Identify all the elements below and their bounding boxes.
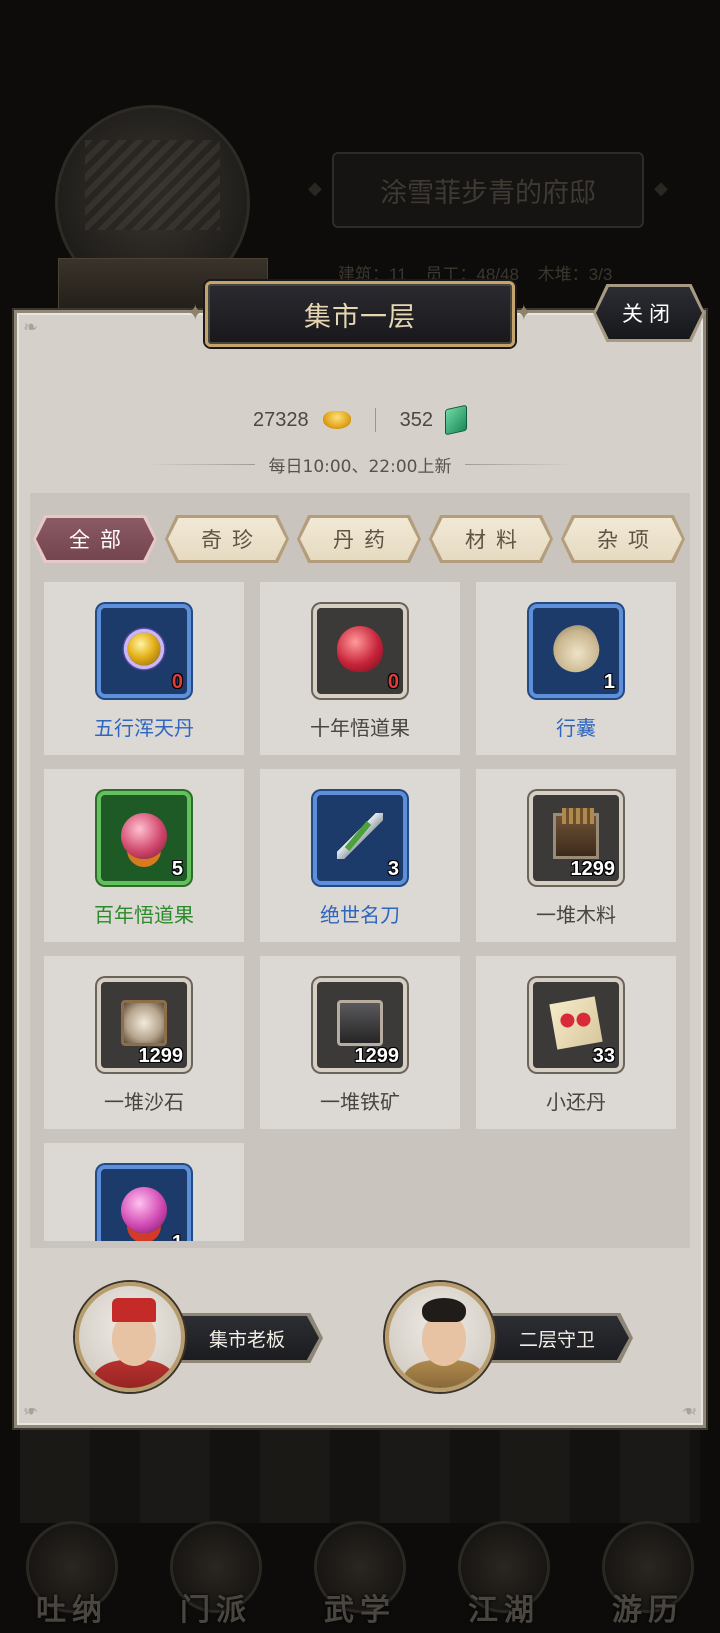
npc-second-floor-guard[interactable]: 二层守卫: [385, 1282, 645, 1392]
item-frame: 1: [529, 604, 623, 698]
refresh-note-row: 每日10:00、22:00上新: [0, 450, 720, 478]
item-name: 一堆木料: [536, 903, 616, 927]
item-count: 1: [172, 1232, 183, 1241]
tab-label: 材料: [432, 518, 550, 560]
item-count: 3: [387, 858, 399, 880]
merchant-avatar: [75, 1282, 185, 1392]
item-frame: 0: [97, 604, 191, 698]
city-backdrop: [20, 1428, 700, 1523]
gold-amount: 27328: [253, 408, 309, 431]
npc-label: 二层守卫: [477, 1316, 629, 1360]
item-count: 33: [592, 1045, 615, 1067]
item-name: 一堆铁矿: [320, 1090, 400, 1114]
mansion-title: 涂雪菲步青的府邸: [308, 152, 668, 228]
item-name: 行囊: [556, 716, 596, 740]
tab-label: 杂项: [564, 518, 682, 560]
npc-market-boss[interactable]: 集市老板: [75, 1282, 335, 1392]
item-card[interactable]: 1299 一堆木料: [476, 769, 676, 942]
item-count: 1: [603, 671, 615, 693]
red-pills-icon: [549, 996, 603, 1050]
refresh-note: 每日10:00、22:00上新: [268, 456, 452, 477]
close-button[interactable]: 关闭: [596, 287, 702, 339]
golden-pill-icon: [127, 632, 161, 666]
ore-cart-icon: [337, 1000, 383, 1046]
tab-pills[interactable]: 丹药: [297, 515, 421, 563]
currency-bar: 27328 352: [0, 400, 720, 440]
tab-misc[interactable]: 杂项: [561, 515, 685, 563]
sand-crate-icon: [121, 1000, 167, 1046]
nav-item-travel[interactable]: 游历: [588, 1521, 708, 1629]
item-card[interactable]: 1299 一堆沙石: [44, 956, 244, 1129]
item-name: 五行浑天丹: [94, 716, 194, 740]
item-frame: 33: [529, 978, 623, 1072]
pink-fruit-icon: [121, 813, 167, 859]
item-name: 十年悟道果: [310, 716, 410, 740]
currency-divider: [374, 408, 376, 432]
item-card[interactable]: 33 小还丹: [476, 956, 676, 1129]
tab-label: 全部: [36, 518, 154, 560]
item-name: 一堆沙石: [104, 1090, 184, 1114]
nav-label: 吐纳: [36, 1593, 108, 1628]
divider-ornament: [146, 463, 255, 465]
guard-avatar: [385, 1282, 495, 1392]
category-tabs: 全部 奇珍 丹药 材料 杂项: [30, 515, 690, 563]
item-card[interactable]: 0 十年悟道果: [260, 582, 460, 755]
item-frame: 0: [313, 604, 407, 698]
avatar-hair: [422, 1298, 466, 1322]
blade-icon: [337, 813, 383, 859]
item-count: 1299: [570, 858, 616, 880]
jade-icon: [445, 404, 467, 436]
tab-label: 丹药: [300, 518, 418, 560]
item-frame: 1299: [529, 791, 623, 885]
nav-item-breathing[interactable]: 吐纳: [12, 1521, 132, 1629]
item-card[interactable]: 1 行囊: [476, 582, 676, 755]
item-card[interactable]: 0 五行浑天丹: [44, 582, 244, 755]
item-name: 小还丹: [546, 1090, 606, 1114]
item-card[interactable]: 1299 一堆铁矿: [260, 956, 460, 1129]
npc-label: 集市老板: [167, 1316, 319, 1360]
item-frame: 1299: [313, 978, 407, 1072]
avatar-hat: [112, 1298, 156, 1322]
dialog-title: 集市一层: [186, 281, 534, 347]
nav-item-martial[interactable]: 武学: [300, 1521, 420, 1629]
item-count: 5: [171, 858, 183, 880]
pink-orb-icon: [121, 1187, 167, 1233]
pouch-icon: [546, 619, 606, 679]
stat-wood: 木堆：3/3: [537, 265, 613, 284]
item-name: 绝世名刀: [320, 903, 400, 927]
item-count: 1299: [138, 1045, 184, 1067]
tab-materials[interactable]: 材料: [429, 515, 553, 563]
nav-label: 游历: [612, 1593, 684, 1628]
wood-crate-icon: [553, 808, 599, 859]
nav-item-sect[interactable]: 门派: [156, 1521, 276, 1629]
item-count: 0: [387, 671, 399, 693]
red-fruit-icon: [337, 626, 383, 672]
tab-label: 奇珍: [168, 518, 286, 560]
item-card[interactable]: 5 百年悟道果: [44, 769, 244, 942]
nav-label: 江湖: [468, 1593, 540, 1628]
corner-ornament: ❧: [23, 1400, 39, 1421]
item-grid: 0 五行浑天丹 0 十年悟道果 1 行囊 5 百年悟道果 3 绝世名刀 1299…: [44, 582, 678, 1241]
item-count: 0: [171, 671, 183, 693]
item-frame: 3: [313, 791, 407, 885]
nav-label: 武学: [324, 1593, 396, 1628]
jade-amount: 352: [399, 408, 433, 431]
item-frame: 1299: [97, 978, 191, 1072]
mansion-illustration: [85, 140, 220, 230]
nav-label: 门派: [180, 1593, 252, 1628]
gold-ingot-icon: [322, 411, 351, 429]
item-name: 百年悟道果: [94, 903, 194, 927]
item-card[interactable]: 1: [44, 1143, 244, 1241]
item-frame: 1: [97, 1165, 191, 1241]
item-card[interactable]: 3 绝世名刀: [260, 769, 460, 942]
divider-ornament: [465, 463, 574, 465]
tab-all[interactable]: 全部: [33, 515, 157, 563]
nav-item-jianghu[interactable]: 江湖: [444, 1521, 564, 1629]
item-frame: 5: [97, 791, 191, 885]
bottom-nav: 吐纳 门派 武学 江湖 游历: [0, 1521, 720, 1633]
tab-treasures[interactable]: 奇珍: [165, 515, 289, 563]
item-count: 1299: [354, 1045, 400, 1067]
